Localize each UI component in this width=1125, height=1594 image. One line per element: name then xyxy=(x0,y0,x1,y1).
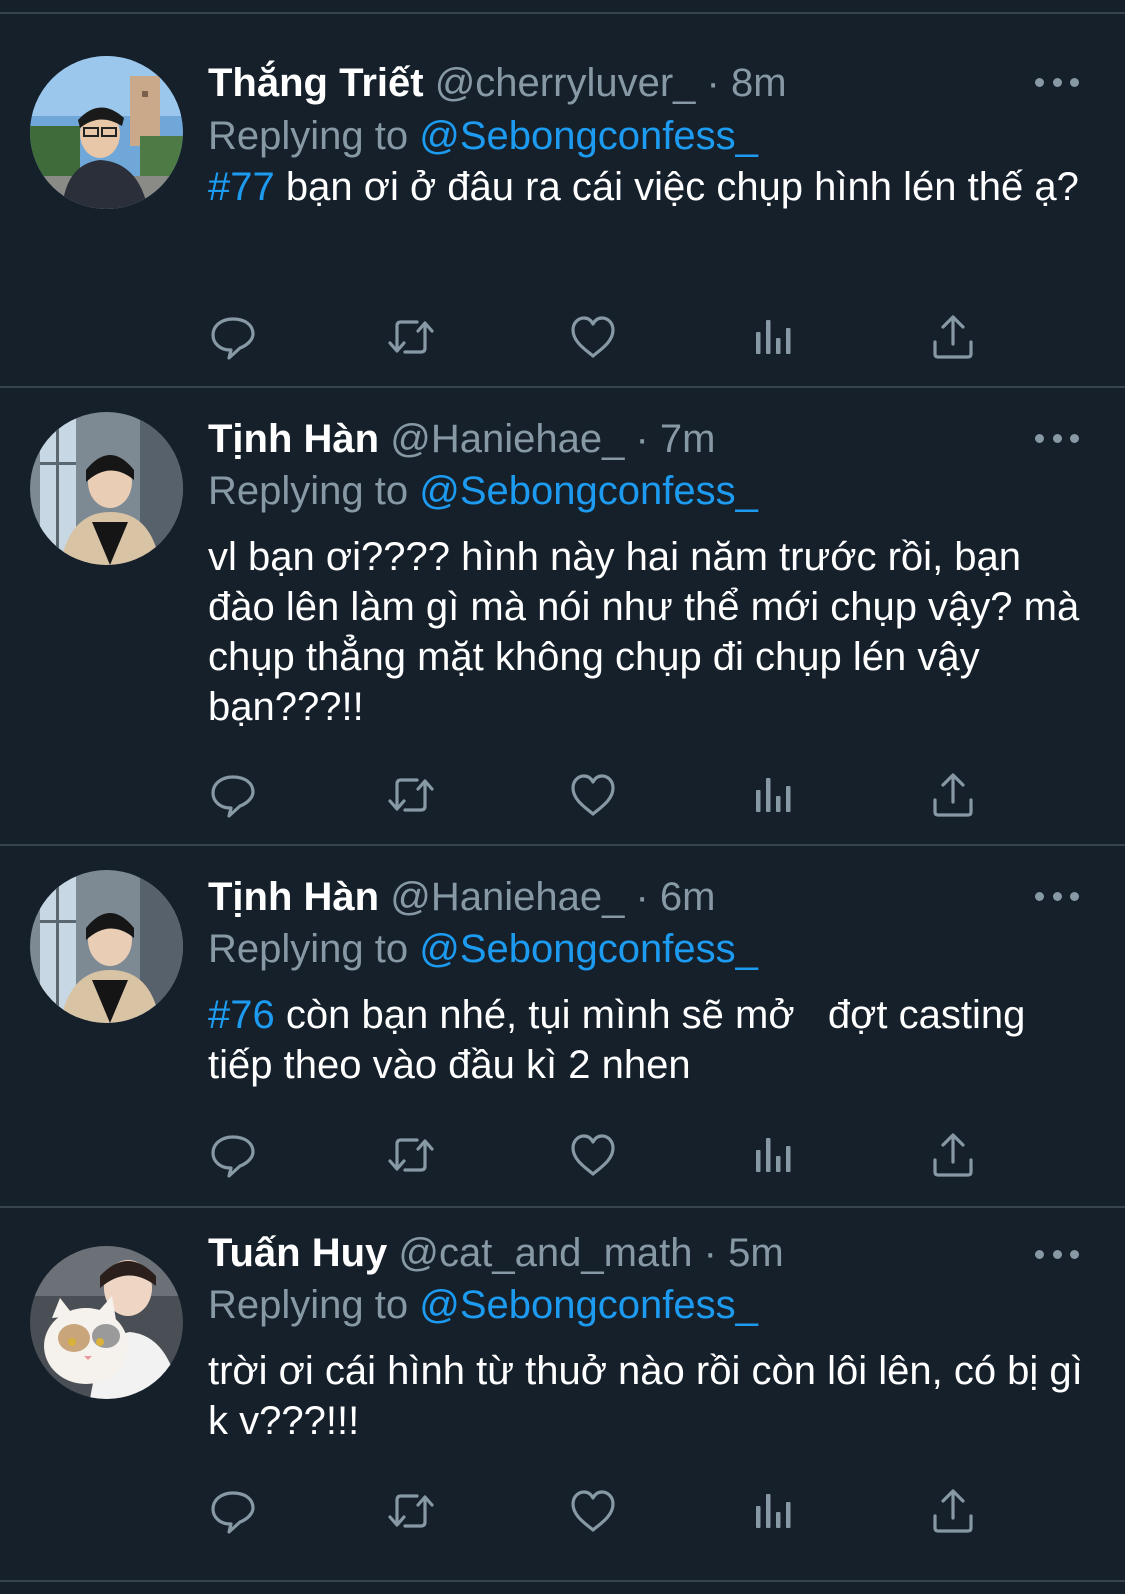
retweet-icon[interactable] xyxy=(386,312,436,362)
more-options-icon[interactable] xyxy=(1035,428,1079,448)
tweet-body: vl bạn ơi???? hình này hai năm trước rồi… xyxy=(208,535,1080,729)
timestamp[interactable]: 5m xyxy=(728,1231,784,1275)
analytics-icon[interactable] xyxy=(748,1486,798,1536)
display-name[interactable]: Tịnh Hàn xyxy=(208,417,379,461)
reply-icon[interactable] xyxy=(208,312,258,362)
tweet[interactable]: Thắng Triết @cherryluver_ · 8m Replying … xyxy=(0,14,1125,388)
analytics-icon[interactable] xyxy=(748,1130,798,1180)
share-icon[interactable] xyxy=(928,1130,978,1180)
action-bar xyxy=(208,1486,988,1536)
more-options-icon[interactable] xyxy=(1035,886,1079,906)
more-options-icon[interactable] xyxy=(1035,72,1079,92)
separator-dot: · xyxy=(706,61,720,105)
share-icon[interactable] xyxy=(928,1486,978,1536)
avatar[interactable] xyxy=(30,412,183,565)
top-divider xyxy=(0,0,1125,14)
replying-to: Replying to @Sebongconfess_ xyxy=(208,465,758,517)
hashtag-link[interactable]: #77 xyxy=(208,165,275,209)
avatar-image xyxy=(30,412,183,565)
tweet-text: trời ơi cái hình từ thuở nào rồi còn lôi… xyxy=(208,1346,1088,1446)
timestamp[interactable]: 8m xyxy=(731,61,787,105)
action-bar xyxy=(208,770,988,820)
mention-link[interactable]: @Sebongconfess_ xyxy=(419,1283,758,1327)
tweet[interactable]: Tuấn Huy @cat_and_math · 5m Replying to … xyxy=(0,1208,1125,1582)
username-handle[interactable]: @cherryluver_ xyxy=(435,61,696,105)
tweet-header: Thắng Triết @cherryluver_ · 8m xyxy=(208,58,787,108)
display-name[interactable]: Tịnh Hàn xyxy=(208,875,379,919)
tweet-body: bạn ơi ở đâu ra cái việc chụp hình lén t… xyxy=(274,165,1079,209)
mention-link[interactable]: @Sebongconfess_ xyxy=(419,927,758,971)
analytics-icon[interactable] xyxy=(748,312,798,362)
timestamp[interactable]: 6m xyxy=(660,875,716,919)
tweet[interactable]: Tịnh Hàn @Haniehae_ · 7m Replying to @Se… xyxy=(0,388,1125,846)
avatar-image xyxy=(30,1246,183,1399)
username-handle[interactable]: @cat_and_math xyxy=(398,1231,692,1275)
avatar-image xyxy=(30,56,183,209)
username-handle[interactable]: @Haniehae_ xyxy=(390,417,624,461)
tweet-body: trời ơi cái hình từ thuở nào rồi còn lôi… xyxy=(208,1349,1083,1443)
replying-to: Replying to @Sebongconfess_ xyxy=(208,1279,758,1331)
display-name[interactable]: Tuấn Huy xyxy=(208,1231,387,1275)
tweet[interactable]: Tịnh Hàn @Haniehae_ · 6m Replying to @Se… xyxy=(0,846,1125,1208)
retweet-icon[interactable] xyxy=(386,770,436,820)
replying-to: Replying to @Sebongconfess_ xyxy=(208,110,758,162)
more-options-icon[interactable] xyxy=(1035,1244,1079,1264)
tweet-header: Tịnh Hàn @Haniehae_ · 6m xyxy=(208,872,715,922)
hashtag-link[interactable]: #76 xyxy=(208,993,275,1037)
separator-dot: · xyxy=(635,417,649,461)
avatar[interactable] xyxy=(30,870,183,1023)
like-icon[interactable] xyxy=(568,312,618,362)
replying-label: Replying to xyxy=(208,1283,409,1327)
analytics-icon[interactable] xyxy=(748,770,798,820)
share-icon[interactable] xyxy=(928,312,978,362)
username-handle[interactable]: @Haniehae_ xyxy=(390,875,624,919)
like-icon[interactable] xyxy=(568,1130,618,1180)
mention-link[interactable]: @Sebongconfess_ xyxy=(419,114,758,158)
separator-dot: · xyxy=(703,1231,717,1275)
replying-to: Replying to @Sebongconfess_ xyxy=(208,923,758,975)
like-icon[interactable] xyxy=(568,770,618,820)
tweet-header: Tuấn Huy @cat_and_math · 5m xyxy=(208,1228,784,1278)
reply-icon[interactable] xyxy=(208,1486,258,1536)
retweet-icon[interactable] xyxy=(386,1130,436,1180)
separator-dot: · xyxy=(635,875,649,919)
reply-icon[interactable] xyxy=(208,1130,258,1180)
avatar[interactable] xyxy=(30,1246,183,1399)
tweet-body: còn bạn nhé, tụi mình sẽ mở đợt casting … xyxy=(208,993,1037,1087)
tweet-text: #77 bạn ơi ở đâu ra cái việc chụp hình l… xyxy=(208,162,1088,212)
avatar-image xyxy=(30,870,183,1023)
mention-link[interactable]: @Sebongconfess_ xyxy=(419,469,758,513)
tweet-text: #76 còn bạn nhé, tụi mình sẽ mở đợt cast… xyxy=(208,990,1088,1090)
reply-icon[interactable] xyxy=(208,770,258,820)
tweet-text: vl bạn ơi???? hình này hai năm trước rồi… xyxy=(208,532,1088,732)
action-bar xyxy=(208,312,988,362)
replying-label: Replying to xyxy=(208,114,409,158)
replying-label: Replying to xyxy=(208,469,409,513)
action-bar xyxy=(208,1130,988,1180)
timestamp[interactable]: 7m xyxy=(660,417,716,461)
retweet-icon[interactable] xyxy=(386,1486,436,1536)
tweet-header: Tịnh Hàn @Haniehae_ · 7m xyxy=(208,414,715,464)
like-icon[interactable] xyxy=(568,1486,618,1536)
avatar[interactable] xyxy=(30,56,183,209)
replying-label: Replying to xyxy=(208,927,409,971)
display-name[interactable]: Thắng Triết xyxy=(208,61,424,105)
share-icon[interactable] xyxy=(928,770,978,820)
